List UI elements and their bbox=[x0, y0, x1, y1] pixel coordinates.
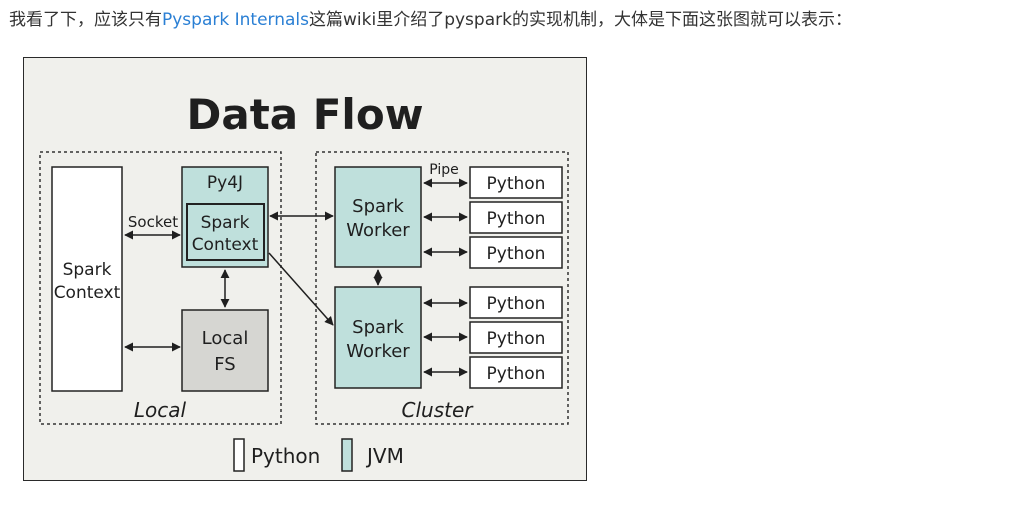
intro-text: 我看了下，应该只有Pyspark Internals这篇wiki里介绍了pysp… bbox=[9, 7, 852, 33]
spark-worker-2-line1: Spark bbox=[352, 317, 404, 338]
data-flow-figure: Data Flow Local Cluster Spark Context Py… bbox=[23, 57, 587, 481]
legend-jvm-swatch bbox=[341, 438, 353, 472]
legend-python-swatch bbox=[233, 438, 245, 472]
spark-worker-1-line1: Spark bbox=[352, 196, 404, 217]
pyspark-internals-link[interactable]: Pyspark Internals bbox=[162, 10, 309, 30]
legend-python-label: Python bbox=[251, 444, 320, 468]
local-fs-line2: FS bbox=[214, 354, 235, 375]
driver-spark-context-line2: Context bbox=[54, 283, 121, 303]
python-process-6-label: Python bbox=[487, 364, 546, 384]
python-process-1-label: Python bbox=[487, 174, 546, 194]
spark-worker-1-line2: Worker bbox=[346, 220, 410, 241]
py4j-label: Py4J bbox=[207, 173, 243, 193]
local-fs-box bbox=[181, 309, 269, 392]
spark-worker-1-box bbox=[334, 166, 422, 268]
local-fs-line1: Local bbox=[202, 328, 249, 349]
spark-worker-2-line2: Worker bbox=[346, 341, 410, 362]
socket-label: Socket bbox=[128, 213, 178, 231]
diagram-title: Data Flow bbox=[187, 90, 424, 139]
data-flow-diagram: Data Flow Local Cluster Spark Context Py… bbox=[23, 57, 587, 481]
intro-after: 这篇wiki里介绍了pyspark的实现机制，大体是下面这张图就可以表示： bbox=[309, 10, 852, 30]
python-process-3-label: Python bbox=[487, 244, 546, 264]
intro-before: 我看了下，应该只有 bbox=[9, 10, 162, 30]
cluster-label: Cluster bbox=[402, 398, 475, 422]
python-process-4-label: Python bbox=[487, 294, 546, 314]
python-process-2-label: Python bbox=[487, 209, 546, 229]
pipe-label: Pipe bbox=[429, 162, 459, 178]
legend-jvm-label: JVM bbox=[365, 444, 404, 468]
driver-spark-context-line1: Spark bbox=[63, 260, 112, 280]
jvm-spark-context-line1: Spark bbox=[201, 213, 250, 233]
local-label: Local bbox=[134, 398, 187, 422]
jvm-spark-context-line2: Context bbox=[192, 235, 259, 255]
python-process-5-label: Python bbox=[487, 329, 546, 349]
